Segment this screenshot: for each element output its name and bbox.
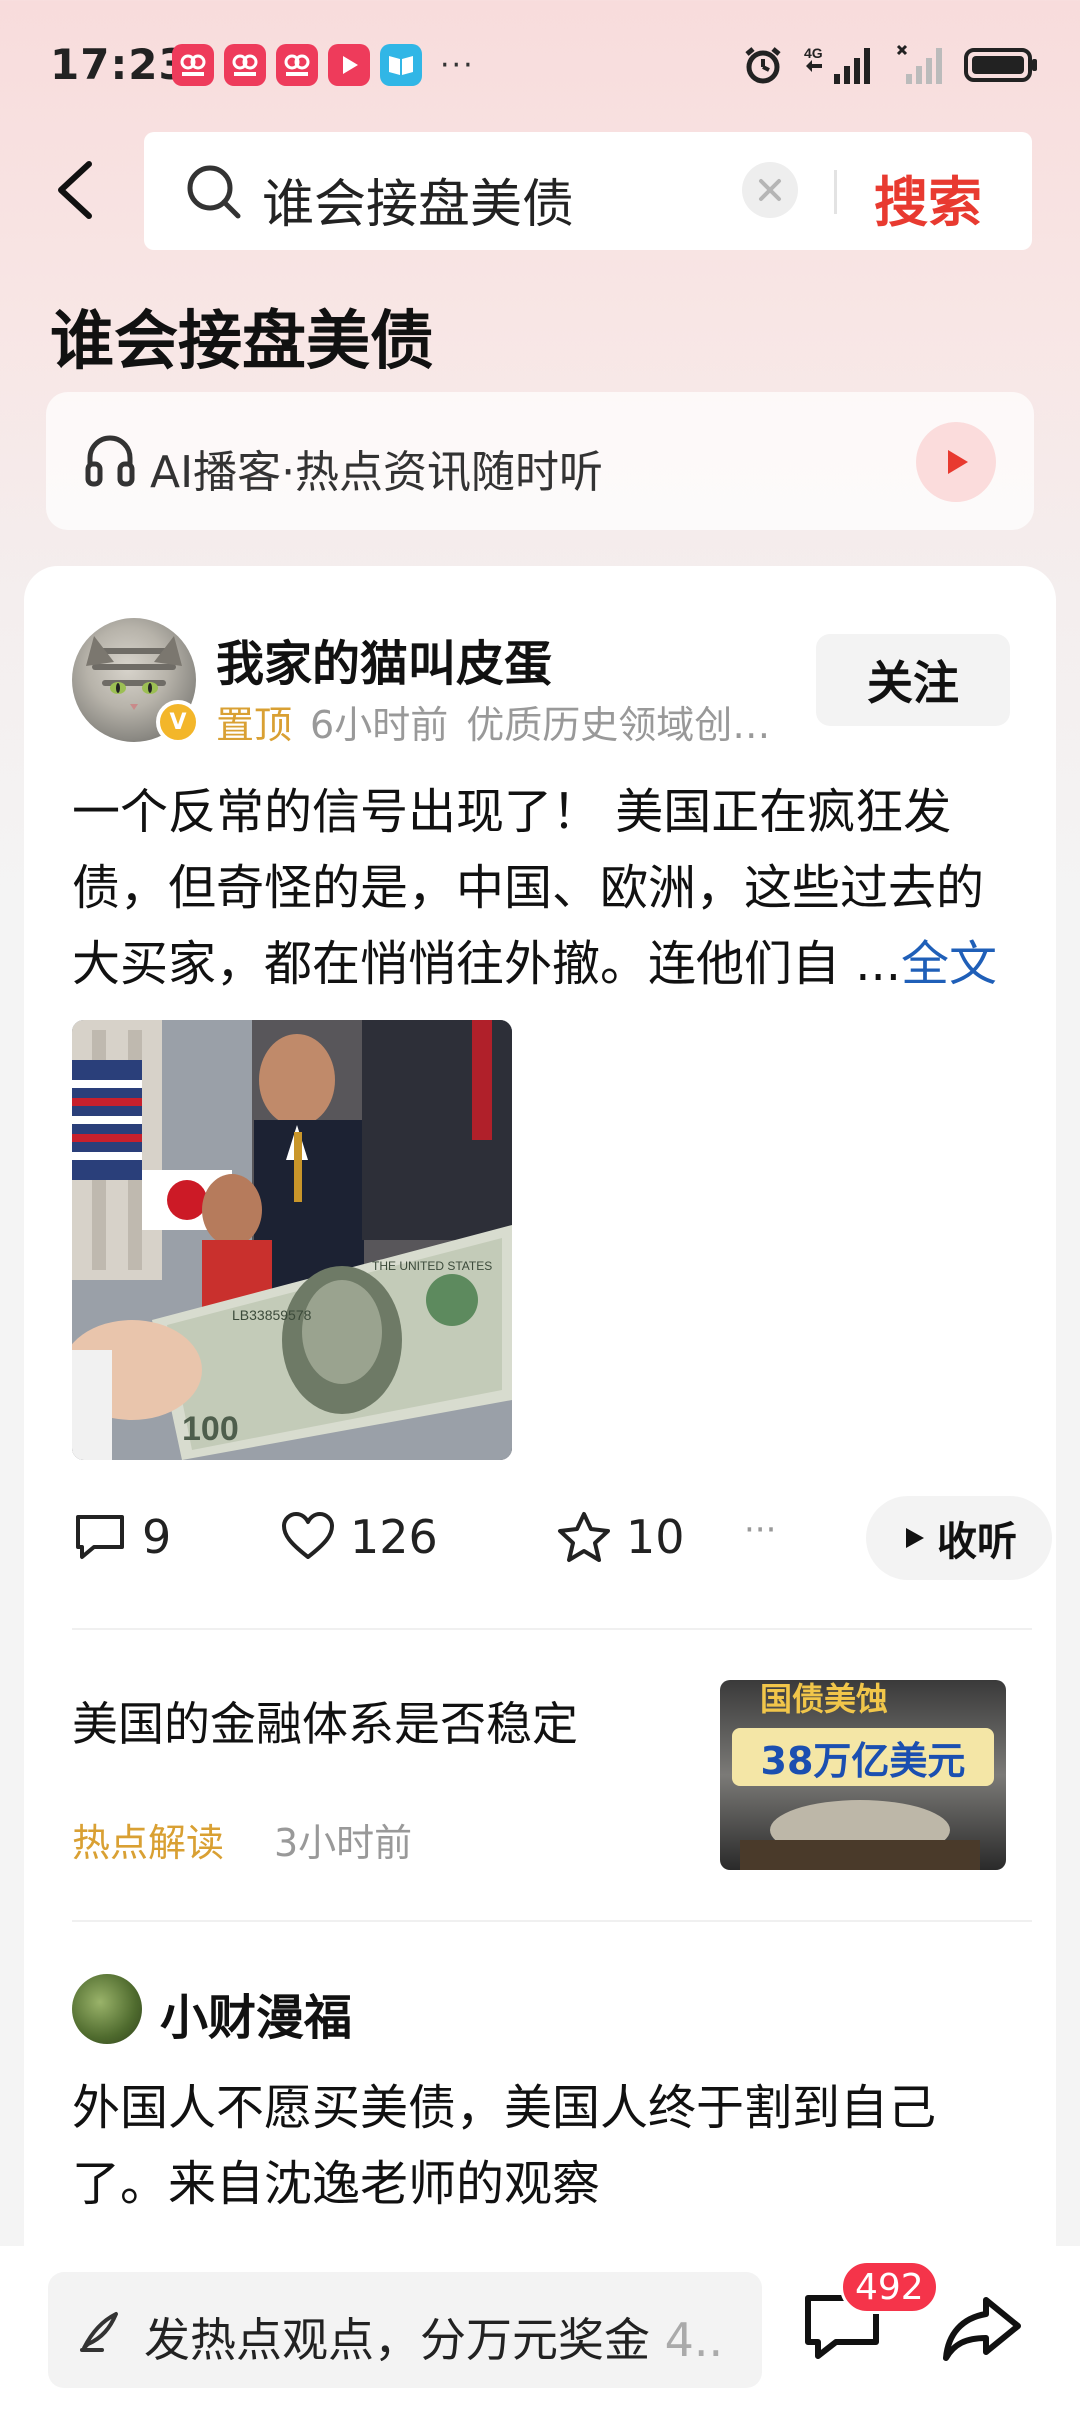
close-icon (759, 179, 781, 201)
listen-button[interactable]: 收听 (866, 1496, 1052, 1580)
video-play-icon (328, 44, 370, 86)
pinned-label: 置顶 (216, 703, 293, 747)
post-time: 6小时前 (310, 703, 449, 747)
alarm-icon (742, 44, 784, 86)
bottom-bar: 发热点观点，分万元奖金 4.. 492 (0, 2246, 1080, 2412)
play-icon (948, 450, 968, 474)
results-card: V 我家的猫叫皮蛋 置顶 6小时前 优质历史领域创… 关注 一个反常的信号出现了！ … (24, 566, 1056, 2412)
divider (72, 1920, 1032, 1922)
follow-button[interactable]: 关注 (816, 634, 1010, 726)
comment-action[interactable]: 9 (72, 1510, 171, 1564)
author-name[interactable]: 小财漫福 (160, 1978, 352, 2048)
share-button[interactable] (940, 2286, 1024, 2370)
comment-input[interactable]: 发热点观点，分万元奖金 4.. (48, 2272, 762, 2388)
author-tag: 优质历史领域创… (466, 703, 771, 747)
bill-top-text: THE UNITED STATES (372, 1259, 492, 1273)
post-line: 外国人不愿买美债，美国人终于割到自己 (72, 2080, 937, 2136)
comment-count: 9 (142, 1510, 172, 1564)
comment-placeholder-suffix: 4.. (650, 2313, 724, 2367)
app-notification-icon (172, 44, 214, 86)
post-body[interactable]: 外国人不愿买美债，美国人终于割到自己 了。来自沈逸老师的观察 (72, 2070, 1032, 2222)
listen-label: 收听 (937, 1519, 1017, 1565)
chevron-left-icon (58, 161, 92, 219)
signal-4g-icon: 4G (804, 44, 876, 86)
comment-count-badge: 492 (840, 2260, 939, 2314)
search-submit-button[interactable]: 搜索 (874, 158, 982, 237)
search-input[interactable]: 谁会接盘美债 (262, 162, 574, 237)
related-thumbnail[interactable]: 国债美蚀 38万亿美元 (720, 1680, 1006, 1870)
more-notifications-icon: ··· (440, 47, 475, 83)
favorite-action[interactable]: 10 (556, 1510, 685, 1564)
clear-search-button[interactable] (742, 162, 798, 218)
share-arrow-icon (943, 2297, 1021, 2361)
status-bar: 17:23 ··· 4G (0, 0, 1080, 140)
post-body[interactable]: 一个反常的信号出现了！ 美国正在疯狂发 债，但奇怪的是，中国、欧洲，这些过去的 … (72, 774, 1032, 1002)
post-line: 了。来自沈逸老师的观察 (72, 2156, 601, 2212)
book-icon (380, 44, 422, 86)
post-line: 债，但奇怪的是，中国、欧洲，这些过去的 (72, 860, 985, 916)
app-notification-icon (224, 44, 266, 86)
verified-badge-icon: V (156, 700, 200, 744)
thumbnail-caption-main: 38万亿美元 (732, 1728, 994, 1786)
related-title[interactable]: 美国的金融体系是否稳定 (72, 1688, 578, 1754)
bill-serial-number: LB33859578 (232, 1307, 312, 1323)
search-icon (184, 162, 244, 226)
comment-placeholder: 发热点观点，分万元奖金 4.. (144, 2304, 740, 2370)
post-line: 大买家，都在悄悄往外撤。连他们自 ... (72, 936, 902, 992)
comment-placeholder-text: 发热点观点，分万元奖金 (144, 2313, 650, 2367)
app-notification-icon (276, 44, 318, 86)
post-image[interactable]: LB33859578 THE UNITED STATES 100 (72, 1020, 512, 1460)
star-icon (558, 1512, 610, 1562)
podcast-play-button[interactable] (916, 422, 996, 502)
favorite-count: 10 (626, 1510, 685, 1564)
notification-icons: ··· (172, 44, 475, 86)
like-action[interactable]: 126 (280, 1510, 438, 1564)
network-type-label: 4G (804, 45, 823, 61)
battery-icon (964, 44, 1040, 86)
like-count: 126 (350, 1510, 438, 1564)
divider (72, 1628, 1032, 1630)
heart-icon (282, 1512, 334, 1559)
comment-icon (76, 1515, 124, 1559)
back-button[interactable] (40, 150, 110, 230)
post-line: 一个反常的信号出现了！ 美国正在疯狂发 (72, 784, 952, 840)
search-bar[interactable]: 谁会接盘美债 搜索 (144, 132, 1032, 250)
related-time: 3小时前 (274, 1821, 413, 1865)
author-avatar[interactable] (72, 1974, 142, 2044)
full-text-link[interactable]: 全文 (901, 936, 997, 992)
pen-icon (78, 2308, 124, 2358)
post-meta: 置顶 6小时前 优质历史领域创… (216, 694, 816, 749)
post-line-last: 大买家，都在悄悄往外撤。连他们自 ...全文 (72, 926, 1032, 1002)
related-tag: 热点解读 (72, 1821, 225, 1865)
status-time: 17:23 (50, 40, 189, 89)
author-name[interactable]: 我家的猫叫皮蛋 (216, 624, 552, 694)
system-status-icons: 4G (742, 44, 1040, 86)
post-actions: 9 126 10 ··· 收听 (72, 1496, 1052, 1586)
page-title: 谁会接盘美债 (50, 305, 434, 379)
thumbnail-caption-top: 国债美蚀 (760, 1680, 889, 1718)
headphones-icon (84, 432, 136, 492)
play-icon (906, 1528, 924, 1548)
search-divider (834, 170, 837, 214)
podcast-label: AI播客·热点资讯随时听 (150, 447, 604, 498)
ai-podcast-bar[interactable]: AI播客·热点资讯随时听 (46, 392, 1034, 530)
bill-value: 100 (182, 1410, 239, 1448)
more-options-icon[interactable]: ··· (744, 1510, 776, 1550)
signal-sim2-icon (896, 44, 944, 86)
